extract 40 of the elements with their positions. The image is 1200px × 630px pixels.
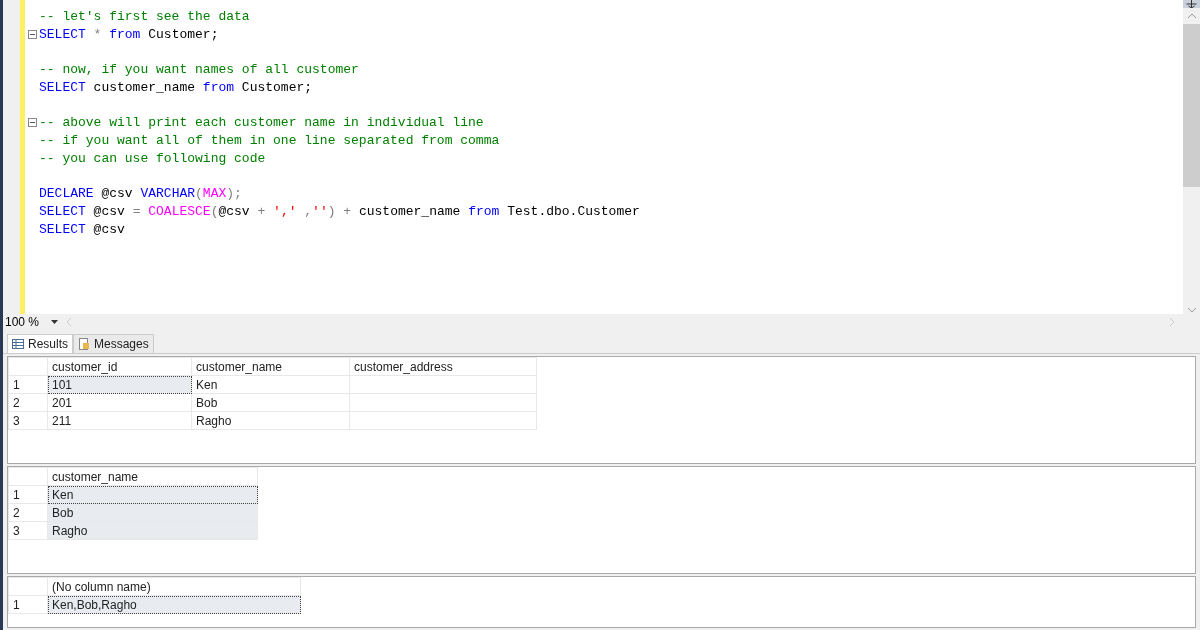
table-cell: Ken <box>191 375 350 394</box>
scroll-right-icon[interactable] <box>1169 317 1175 328</box>
column-header[interactable]: customer_name <box>47 467 258 486</box>
scroll-down-icon[interactable] <box>1186 306 1197 315</box>
table-cell: 201 <box>47 393 192 412</box>
code-line: SELECT @csv <box>39 221 125 237</box>
row-number: 1 <box>8 375 48 394</box>
table-cell: Ragho <box>191 411 350 430</box>
results-tab[interactable]: Messages <box>73 334 154 353</box>
dropdown-caret-icon <box>51 320 59 325</box>
split-icon[interactable] <box>1183 0 1200 8</box>
row-number: 2 <box>8 503 48 522</box>
grid-icon <box>12 339 24 349</box>
code-line: SELECT * from Customer; <box>39 27 219 43</box>
code-line: DECLARE @csv VARCHAR(MAX); <box>39 186 242 202</box>
code-line: -- if you want all of them in one line separated from comma <box>39 133 500 149</box>
row-number: 1 <box>8 485 48 504</box>
code-line: -- you can use following code <box>39 150 266 166</box>
row-number: 3 <box>8 411 48 430</box>
code-line: SELECT customer_name from Customer; <box>39 80 313 96</box>
collapse-icon[interactable] <box>27 30 37 40</box>
column-header[interactable]: customer_name <box>191 357 350 376</box>
code-line: -- let's first see the data <box>39 9 250 25</box>
document-icon <box>78 338 90 350</box>
code-line: -- above will print each customer name in individual line <box>39 115 484 131</box>
column-header[interactable]: customer_id <box>47 357 192 376</box>
row-number: 3 <box>8 521 48 540</box>
row-number: 1 <box>8 595 48 614</box>
scroll-left-icon[interactable] <box>66 317 73 328</box>
row-number: 2 <box>8 393 48 412</box>
zoom-dropdown[interactable]: 100 % <box>3 315 59 330</box>
column-header[interactable]: (No column name) <box>47 577 301 596</box>
scrollbar-thumb[interactable] <box>1183 24 1200 187</box>
column-header[interactable]: customer_address <box>349 357 537 376</box>
code-line: SELECT @csv = COALESCE(@csv + ',' ,'') + customer_name from Test.dbo.Customer <box>39 203 640 219</box>
code-line: -- now, if you want names of all customer <box>39 62 359 78</box>
collapse-icon[interactable] <box>27 118 37 128</box>
results-tab[interactable]: Results <box>7 334 73 353</box>
table-cell: Bob <box>191 393 350 412</box>
table-cell: 211 <box>47 411 192 430</box>
